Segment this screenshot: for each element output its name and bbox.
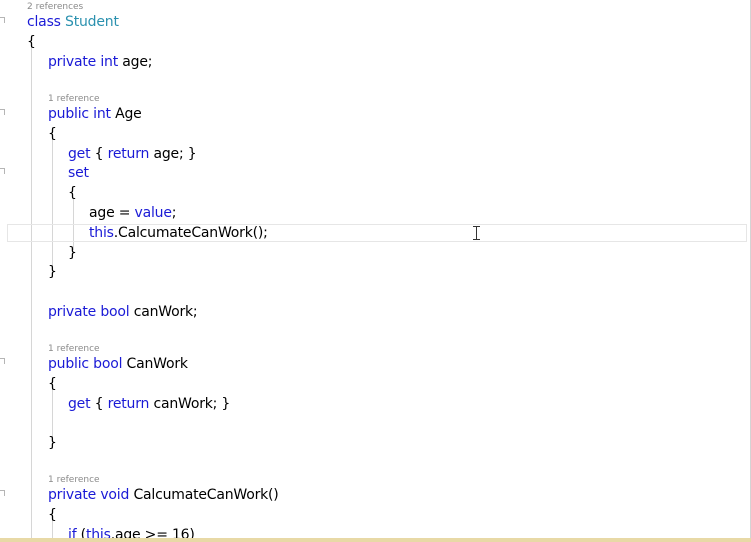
keyword: get <box>68 146 91 162</box>
code-line-assign[interactable]: age = value; <box>89 203 176 223</box>
code-line-brace[interactable]: { <box>27 32 36 52</box>
code-line-getter-age[interactable]: get { return age; } <box>68 144 197 164</box>
keyword: get <box>68 396 91 412</box>
type-name: Student <box>65 14 119 30</box>
keyword: private bool <box>48 304 130 320</box>
code-line-getter-canwork[interactable]: get { return canWork; } <box>68 394 230 414</box>
code-line-field-canwork[interactable]: private bool canWork; <box>48 302 198 322</box>
keyword: private int <box>48 54 119 70</box>
code-line-brace[interactable]: { <box>68 183 77 203</box>
code-line-class[interactable]: class Student <box>27 12 119 32</box>
keyword: set <box>68 165 89 181</box>
editor-status-strip <box>0 538 751 542</box>
code-line-brace-close[interactable]: } <box>68 243 77 263</box>
keyword: this <box>89 225 114 241</box>
text-ibeam-cursor <box>473 226 480 240</box>
keyword: public int <box>48 106 111 122</box>
code-line-brace[interactable]: { <box>48 505 57 525</box>
code-text: canWork; <box>129 304 198 320</box>
code-line-brace[interactable]: { <box>48 124 57 144</box>
code-text: { <box>90 396 108 412</box>
code-text: ; <box>171 205 177 221</box>
code-line-brace[interactable]: { <box>48 374 57 394</box>
keyword: class <box>27 14 61 30</box>
indent-guide <box>52 139 53 270</box>
code-line-brace-close[interactable]: } <box>48 262 57 282</box>
collapse-marker[interactable] <box>0 17 5 23</box>
collapse-marker[interactable] <box>0 109 5 115</box>
code-text: Age <box>110 106 142 122</box>
collapse-marker[interactable] <box>0 490 5 496</box>
collapse-marker[interactable] <box>0 168 5 174</box>
code-text: { <box>90 146 108 162</box>
code-line-prop-age[interactable]: public int Age <box>48 104 142 124</box>
code-line-brace-close[interactable]: } <box>48 433 57 453</box>
outline-gutter <box>0 0 6 542</box>
code-text: CanWork <box>122 356 188 372</box>
keyword: private void <box>48 487 130 503</box>
collapse-marker[interactable] <box>0 358 5 364</box>
code-text: age = <box>89 205 135 221</box>
keyword: return <box>107 396 150 412</box>
code-text: CalcumateCanWork() <box>129 487 279 503</box>
keyword: return <box>107 146 150 162</box>
code-line-method[interactable]: private void CalcumateCanWork() <box>48 485 279 505</box>
indent-guide <box>31 48 32 542</box>
code-editor[interactable]: 2 references class Student { private int… <box>0 0 751 542</box>
code-line-prop-canwork[interactable]: public bool CanWork <box>48 354 188 374</box>
code-line-field-age[interactable]: private int age; <box>48 52 152 72</box>
keyword: public bool <box>48 356 123 372</box>
code-text: age; } <box>149 146 197 162</box>
code-line-call[interactable]: this.CalcumateCanWork(); <box>89 223 268 243</box>
code-text: .CalcumateCanWork(); <box>113 225 268 241</box>
code-text: canWork; } <box>149 396 231 412</box>
code-text: age; <box>118 54 153 70</box>
code-line-setter[interactable]: set <box>68 163 89 183</box>
keyword: value <box>134 205 172 221</box>
